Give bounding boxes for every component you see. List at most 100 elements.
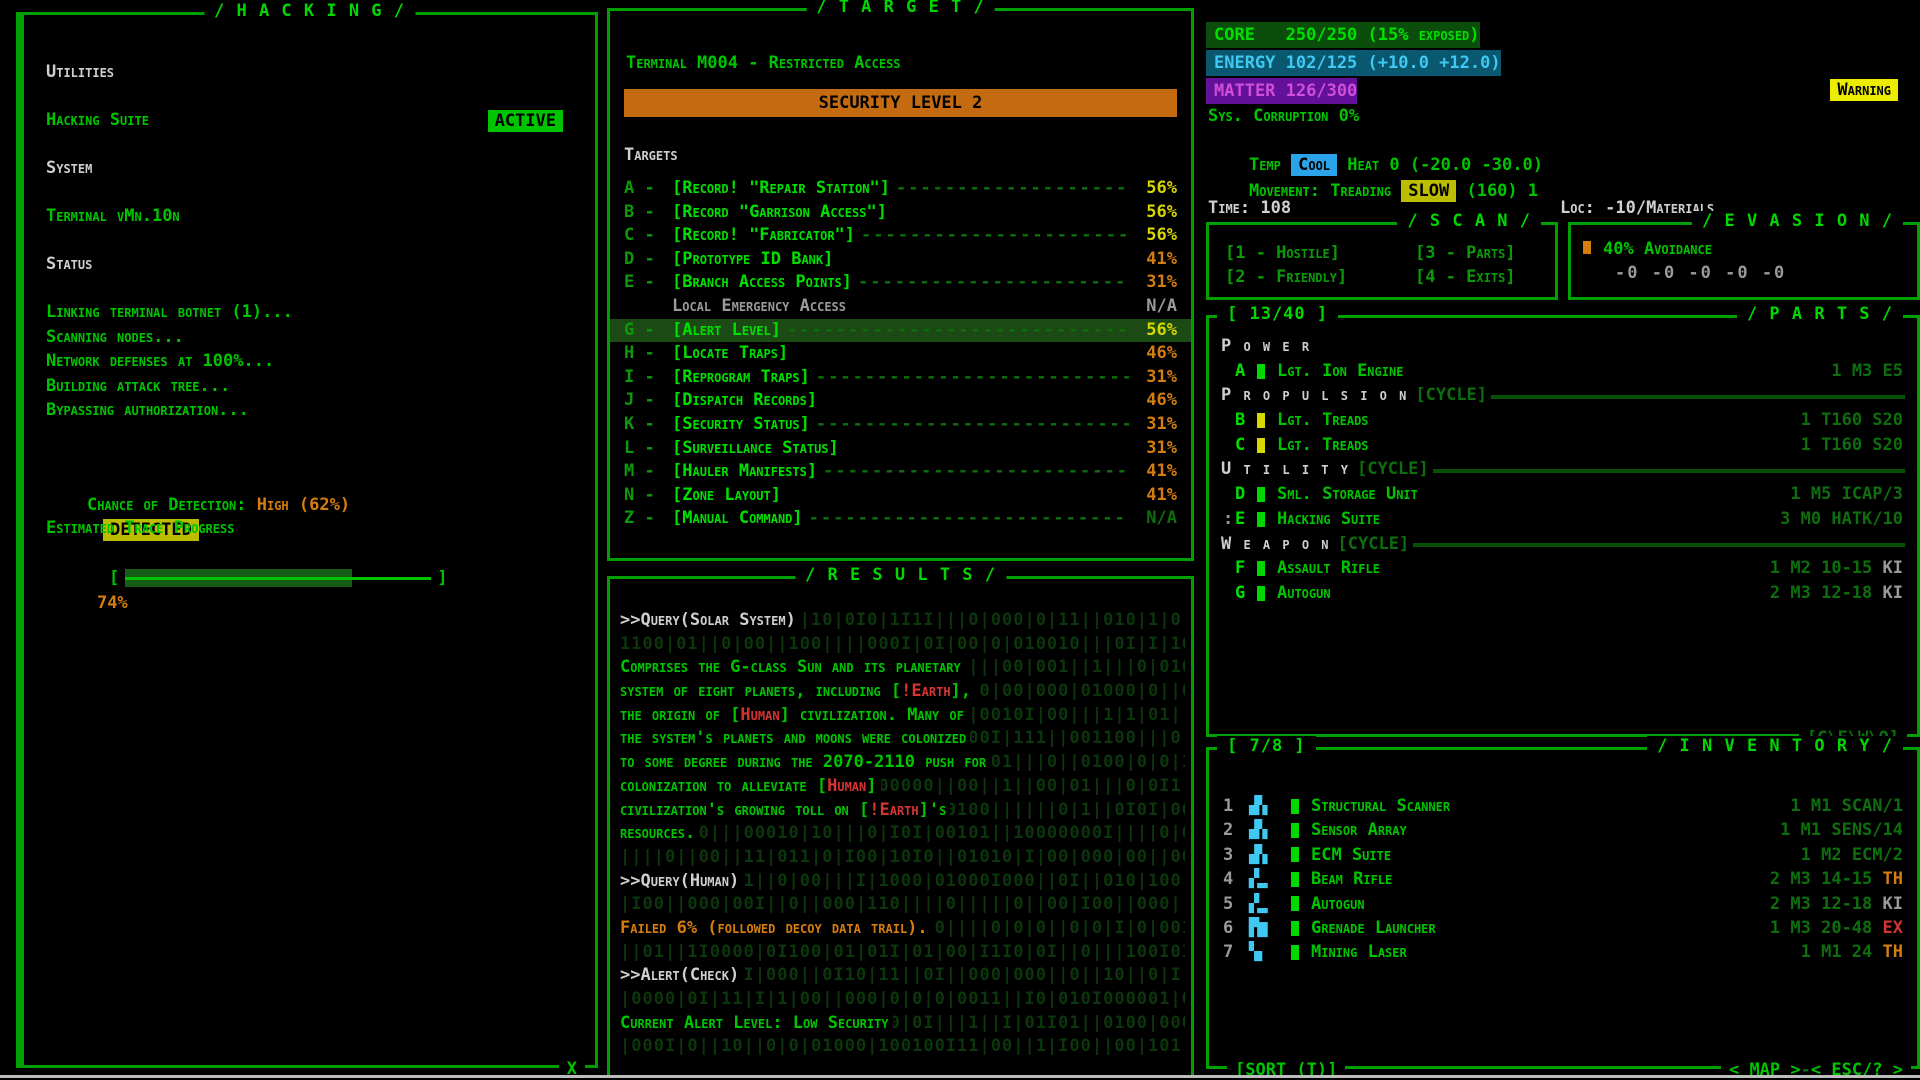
- target-row[interactable]: B - [Record "Garrison Access"]56%: [610, 201, 1191, 225]
- scan-option[interactable]: [3 - Parts]: [1415, 241, 1555, 265]
- inventory-row[interactable]: 2▟▚Sensor Array1 M1 SENS/14: [1209, 818, 1917, 842]
- evasion-panel: / E V A S I O N / 40% Avoidance -0 -0 -0…: [1568, 222, 1920, 300]
- item-status-block: [1291, 945, 1299, 960]
- target-row[interactable]: Local Emergency AccessN/A: [610, 295, 1191, 319]
- target-row[interactable]: M - [Hauler Manifests]------------------…: [610, 460, 1191, 484]
- cycle-button[interactable]: [CYCLE]: [1415, 383, 1487, 408]
- target-row[interactable]: G - [Alert Level]-----------------------…: [610, 319, 1191, 343]
- data-noise: |||100I0|||00010|10|||0|I0I|00101||10000…: [620, 822, 1185, 846]
- results-line: ||01||1I0000|0I100|01|01I|01|00|I1I0|0I|…: [620, 941, 1185, 965]
- results-line: |0|01000|1|1||0|00|||I|1000|01000I000||0…: [620, 870, 1185, 894]
- part-status-block: [1257, 561, 1265, 576]
- part-row[interactable]: BLgt. Treads1 T160 S20: [1209, 408, 1917, 433]
- item-icon: ▞▂: [1249, 892, 1291, 916]
- detection-row: Chance of Detection: High (62%) DETECTED: [46, 468, 577, 493]
- location-readout: Loc: -10/Materials: [1560, 196, 1714, 220]
- part-row[interactable]: :EHacking Suite3 M0 HATK/10: [1209, 507, 1917, 532]
- parts-count: [ 13/40 ]: [1217, 304, 1338, 324]
- target-row[interactable]: H - [Locate Traps]46%: [610, 342, 1191, 366]
- results-line: ||||0||00||11|011|0|I00|10I0||01010|I|00…: [620, 846, 1185, 870]
- detection-label: Chance of Detection:: [87, 495, 257, 515]
- item-status-block: [1291, 921, 1299, 936]
- part-status-block: [1257, 586, 1265, 601]
- energy-bar: ENERGY 102/125 (+10.0 +12.0): [1206, 50, 1501, 76]
- target-row[interactable]: E - [Branch Access Points]--------------…: [610, 271, 1191, 295]
- results-line: 0|||I00|0||0010|1||0|0|01I|0|I000I|111||…: [620, 727, 1185, 751]
- cycle-button[interactable]: [CYCLE]: [1338, 532, 1410, 557]
- trace-open-bracket: [: [109, 568, 119, 588]
- hacking-status-lines: Linking terminal botnet (1)...Scanning n…: [46, 300, 577, 423]
- results-line: 1I|00||||0101||0|1I10|||001|01|I|01|||0|…: [620, 751, 1185, 775]
- time-readout: Time: 108: [1208, 196, 1291, 220]
- part-status-block: [1257, 364, 1265, 379]
- target-row[interactable]: Z - [Manual Command]--------------------…: [610, 507, 1191, 531]
- cycle-button[interactable]: [CYCLE]: [1357, 457, 1429, 482]
- target-row[interactable]: C - [Record! "Fabricator"]--------------…: [610, 224, 1191, 248]
- target-row[interactable]: I - [Reprogram Traps]-------------------…: [610, 366, 1191, 390]
- target-row[interactable]: L - [Surveillance Status]31%: [610, 437, 1191, 461]
- results-line: ||0|10||1|0I|000||0I10|11||0I||000|000||…: [620, 964, 1185, 988]
- inventory-row[interactable]: 7▚▖Mining Laser1 M1 24 TH: [1209, 940, 1917, 964]
- status-heading: Status: [46, 252, 577, 277]
- inventory-row[interactable]: 6▛▆Grenade Launcher1 M3 20-48 EX: [1209, 916, 1917, 940]
- parts-panel-title: / P A R T S /: [1737, 304, 1903, 324]
- movement-speed-text: (160) 1: [1456, 181, 1538, 201]
- temp-row: Temp Cool Heat 0 (-20.0 -30.0): [1208, 129, 1543, 153]
- warning-badge: Warning: [1830, 79, 1898, 101]
- cogmind-game-screen: { "colors":{"accent_green":"#00c400","bo…: [0, 0, 1920, 1080]
- inventory-count: [ 7/8 ]: [1217, 736, 1316, 756]
- part-row[interactable]: ALgt. Ion Engine1 M3 E5: [1209, 359, 1917, 384]
- utilities-heading: Utilities: [46, 60, 577, 85]
- inventory-row[interactable]: 4▞▂Beam Rifle2 M3 14-15 TH: [1209, 867, 1917, 891]
- inventory-row[interactable]: 3▟▚ECM Suite1 M2 ECM/2: [1209, 843, 1917, 867]
- scan-option[interactable]: [1 - Hostile]: [1225, 241, 1415, 265]
- part-row[interactable]: DSml. Storage Unit1 M5 ICAP/3: [1209, 482, 1917, 507]
- sys-corruption: Sys. Corruption 0%: [1208, 104, 1359, 128]
- results-line: |000|||00|0|1|00II|I11|00I0000||||00|001…: [620, 656, 1185, 680]
- results-line: |0000|0I|11|I|1|00||000|0|0|0|0011||I0|0…: [620, 988, 1185, 1012]
- part-row[interactable]: FAssault Rifle1 M2 10-15 KI: [1209, 556, 1917, 581]
- hacking-suite-row: Hacking Suite ACTIVE: [46, 108, 577, 133]
- parts-panel: [ 13/40 ] / P A R T S / [C\E\W\Q] P o w …: [1206, 315, 1920, 737]
- core-bar: CORE 250/250 (15% exposed): [1206, 22, 1480, 48]
- results-panel: / R E S U L T S / 0|0|0||00000|0|||10|0I…: [607, 576, 1194, 1078]
- scan-option[interactable]: [4 - Exits]: [1415, 265, 1555, 289]
- data-noise: ||||0||00||11|011|0|I00|10I0||01010|I|00…: [620, 846, 1185, 870]
- inventory-panel: [ 7/8 ] / I N V E N T O R Y / [SORT (T)]…: [1206, 747, 1920, 1069]
- part-status-block: [1257, 487, 1265, 502]
- hud-column: CORE 250/250 (15% exposed) ENERGY 102/12…: [1206, 0, 1920, 1080]
- avoidance-value: 40% Avoidance: [1603, 239, 1712, 259]
- item-status-block: [1291, 872, 1299, 887]
- target-row[interactable]: K - [Security Status]-------------------…: [610, 413, 1191, 437]
- target-row[interactable]: A - [Record! "Repair Station"]----------…: [610, 177, 1191, 201]
- part-section-header: W e a p o n[CYCLE]: [1209, 532, 1917, 557]
- parts-rows: P o w e rALgt. Ion Engine1 M3 E5P r o p …: [1209, 334, 1917, 606]
- results-line: 0||00|||000|I10|0|||010000|1I0100||||||0…: [620, 799, 1185, 823]
- target-panel-title: / T A R G E T /: [806, 0, 995, 17]
- data-noise: |0000|0I|11|I|1|00||000|0|0|0|0011||I0|0…: [620, 988, 1185, 1012]
- inventory-row[interactable]: 1▟▚Structural Scanner1 M1 SCAN/1: [1209, 794, 1917, 818]
- target-row[interactable]: D - [Prototype ID Bank]41%: [610, 248, 1191, 272]
- trace-progress-row: [] 74%: [46, 541, 577, 566]
- part-status-block: [1257, 438, 1265, 453]
- hacking-status-line: Linking terminal botnet (1)...: [46, 300, 577, 325]
- scan-options: [1 - Hostile][3 - Parts][2 - Friendly][4…: [1209, 225, 1555, 289]
- data-noise: |000I|0||10||0|0|01000|100100I11|00||1|I…: [620, 1035, 1185, 1059]
- scan-option[interactable]: [2 - Friendly]: [1225, 265, 1415, 289]
- targets-list: A - [Record! "Repair Station"]----------…: [610, 177, 1191, 531]
- trace-progress-bar: [125, 569, 431, 587]
- part-row[interactable]: CLgt. Treads1 T160 S20: [1209, 433, 1917, 458]
- evasion-status-block: [1583, 241, 1591, 254]
- terminal-name: Terminal M004 - Restricted Access: [626, 53, 901, 73]
- detection-value: High (62%): [257, 495, 350, 515]
- results-line: 01|0100|0||||000||10|0I|0I0||0I|0|00|000…: [620, 680, 1185, 704]
- target-panel: / T A R G E T / Terminal M004 - Restrict…: [607, 8, 1194, 561]
- target-row[interactable]: N - [Zone Layout]41%: [610, 484, 1191, 508]
- targets-heading: Targets: [624, 145, 678, 165]
- inventory-row[interactable]: 5▞▂Autogun2 M3 12-18 KI: [1209, 892, 1917, 916]
- item-status-block: [1291, 847, 1299, 862]
- part-section-header: P o w e r: [1209, 334, 1917, 359]
- scan-panel-title: / S C A N /: [1397, 211, 1541, 231]
- part-row[interactable]: GAutogun2 M3 12-18 KI: [1209, 581, 1917, 606]
- target-row[interactable]: J - [Dispatch Records]46%: [610, 389, 1191, 413]
